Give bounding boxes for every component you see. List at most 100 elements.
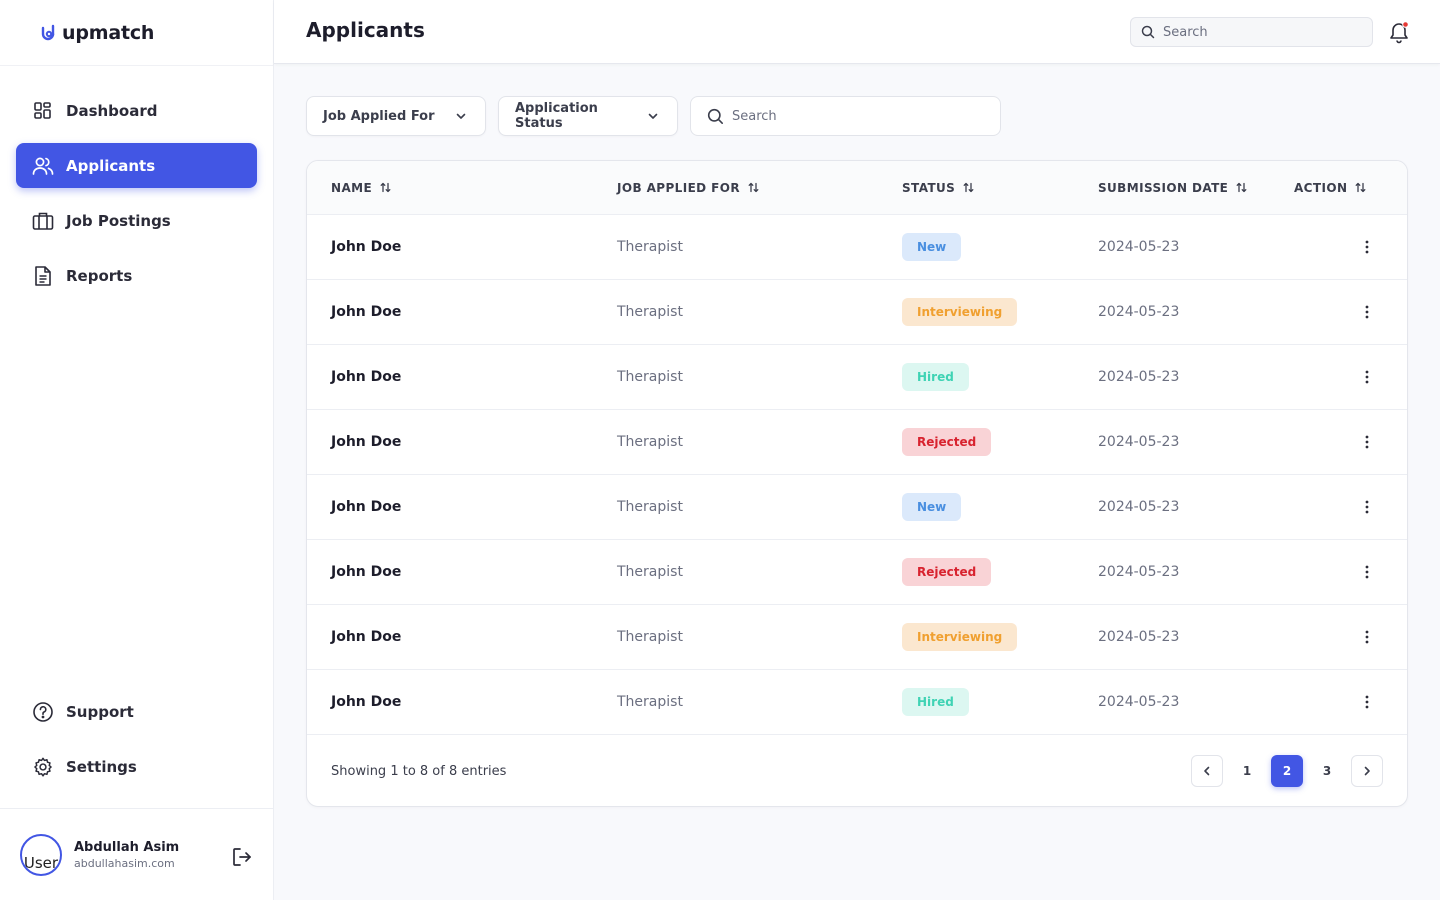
more-vertical-icon — [1365, 240, 1369, 254]
table-footer: Showing 1 to 8 of 8 entries 1 2 3 — [307, 735, 1407, 806]
job-applied-for: Therapist — [617, 434, 683, 450]
filter-search[interactable] — [690, 96, 1001, 136]
chevron-left-icon — [1201, 765, 1213, 777]
submission-date: 2024-05-23 — [1098, 564, 1180, 580]
page-button-3[interactable]: 3 — [1311, 755, 1343, 787]
page-button-1[interactable]: 1 — [1231, 755, 1263, 787]
sidebar-item-label: Support — [66, 702, 134, 721]
table-row[interactable]: John Doe Therapist Interviewing 2024-05-23 — [307, 605, 1407, 670]
status-badge: Rejected — [902, 428, 992, 456]
sort-icon[interactable] — [380, 182, 391, 193]
column-header-job[interactable]: JOB APPLIED FOR — [617, 181, 759, 195]
status-badge: Hired — [902, 688, 969, 716]
more-vertical-icon — [1365, 630, 1369, 644]
table-row[interactable]: John Doe Therapist Rejected 2024-05-23 — [307, 540, 1407, 605]
filter-search-input[interactable] — [732, 108, 912, 124]
user-email: abdullahasim.com — [74, 856, 175, 870]
more-vertical-icon — [1365, 500, 1369, 514]
notification-bell-icon[interactable] — [1388, 20, 1410, 44]
table-row[interactable]: John Doe Therapist Interviewing 2024-05-23 — [307, 280, 1407, 345]
briefcase-icon — [32, 210, 54, 232]
job-applied-for: Therapist — [617, 629, 683, 645]
sort-icon[interactable] — [748, 182, 759, 193]
table-row[interactable]: John Doe Therapist Hired 2024-05-23 — [307, 670, 1407, 735]
sidebar-item-label: Dashboard — [66, 101, 158, 120]
logo[interactable]: upmatch — [0, 0, 273, 66]
header-search-input[interactable] — [1163, 24, 1343, 40]
column-header-action[interactable]: ACTION — [1294, 181, 1366, 195]
help-circle-icon — [32, 701, 54, 723]
secondary-nav: Support Settings — [16, 689, 257, 799]
row-actions-button[interactable] — [1357, 497, 1377, 517]
column-header-name[interactable]: NAME — [331, 181, 391, 195]
row-actions-button[interactable] — [1357, 302, 1377, 322]
submission-date: 2024-05-23 — [1098, 499, 1180, 515]
gear-icon — [32, 756, 54, 778]
table-row[interactable]: John Doe Therapist New 2024-05-23 — [307, 475, 1407, 540]
job-applied-for: Therapist — [617, 304, 683, 320]
row-actions-button[interactable] — [1357, 367, 1377, 387]
header-search[interactable] — [1130, 17, 1373, 47]
users-icon — [32, 155, 54, 177]
applicant-name[interactable]: John Doe — [331, 239, 401, 255]
sidebar-item-support[interactable]: Support — [16, 689, 257, 734]
more-vertical-icon — [1365, 565, 1369, 579]
job-applied-for: Therapist — [617, 564, 683, 580]
more-vertical-icon — [1365, 695, 1369, 709]
applicant-name[interactable]: John Doe — [331, 629, 401, 645]
entries-summary: Showing 1 to 8 of 8 entries — [331, 763, 507, 779]
column-header-status[interactable]: STATUS — [902, 181, 974, 195]
table-row[interactable]: John Doe Therapist Rejected 2024-05-23 — [307, 410, 1407, 475]
page-button-2[interactable]: 2 — [1271, 755, 1303, 787]
prev-page-button[interactable] — [1191, 755, 1223, 787]
sidebar-item-label: Job Postings — [66, 211, 171, 230]
job-applied-for-dropdown[interactable]: Job Applied For — [306, 96, 486, 136]
submission-date: 2024-05-23 — [1098, 434, 1180, 450]
filter-bar: Job Applied For Application Status — [306, 96, 1001, 136]
sidebar-item-label: Settings — [66, 757, 137, 776]
applicant-name[interactable]: John Doe — [331, 694, 401, 710]
status-badge: New — [902, 493, 962, 521]
sidebar-item-applicants[interactable]: Applicants — [16, 143, 257, 188]
sidebar-item-settings[interactable]: Settings — [16, 744, 257, 789]
applicant-name[interactable]: John Doe — [331, 564, 401, 580]
row-actions-button[interactable] — [1357, 692, 1377, 712]
applicant-name[interactable]: John Doe — [331, 369, 401, 385]
submission-date: 2024-05-23 — [1098, 304, 1180, 320]
pagination: 1 2 3 — [1183, 755, 1383, 787]
applicant-name[interactable]: John Doe — [331, 499, 401, 515]
submission-date: 2024-05-23 — [1098, 694, 1180, 710]
status-badge: New — [902, 233, 962, 261]
sidebar-item-dashboard[interactable]: Dashboard — [16, 88, 257, 133]
sidebar-item-label: Reports — [66, 266, 133, 285]
user-name: Abdullah Asim — [74, 839, 180, 855]
sort-icon[interactable] — [1355, 182, 1366, 193]
avatar[interactable]: User — [20, 833, 62, 876]
row-actions-button[interactable] — [1357, 237, 1377, 257]
column-title: SUBMISSION DATE — [1098, 180, 1229, 195]
sidebar-item-reports[interactable]: Reports — [16, 253, 257, 298]
next-page-button[interactable] — [1351, 755, 1383, 787]
row-actions-button[interactable] — [1357, 627, 1377, 647]
sidebar-item-job-postings[interactable]: Job Postings — [16, 198, 257, 243]
row-actions-button[interactable] — [1357, 432, 1377, 452]
applicant-name[interactable]: John Doe — [331, 434, 401, 450]
status-badge: Rejected — [902, 558, 992, 586]
sort-icon[interactable] — [963, 182, 974, 193]
table-row[interactable]: John Doe Therapist New 2024-05-23 — [307, 215, 1407, 280]
avatar-alt-text: User — [23, 853, 59, 872]
column-header-submission-date[interactable]: SUBMISSION DATE — [1098, 181, 1247, 195]
sidebar-item-label: Applicants — [66, 156, 156, 175]
submission-date: 2024-05-23 — [1098, 369, 1180, 385]
status-badge: Interviewing — [902, 298, 1018, 326]
column-title: JOB APPLIED FOR — [617, 180, 740, 195]
row-actions-button[interactable] — [1357, 562, 1377, 582]
sort-icon[interactable] — [1236, 182, 1247, 193]
table-header: NAME JOB APPLIED FOR STATUS SUBMISSION D… — [307, 161, 1407, 215]
brand-name: upmatch — [62, 21, 155, 44]
logout-icon[interactable] — [230, 845, 254, 869]
chevron-right-icon — [1361, 765, 1373, 777]
applicant-name[interactable]: John Doe — [331, 304, 401, 320]
table-row[interactable]: John Doe Therapist Hired 2024-05-23 — [307, 345, 1407, 410]
application-status-dropdown[interactable]: Application Status — [498, 96, 678, 136]
